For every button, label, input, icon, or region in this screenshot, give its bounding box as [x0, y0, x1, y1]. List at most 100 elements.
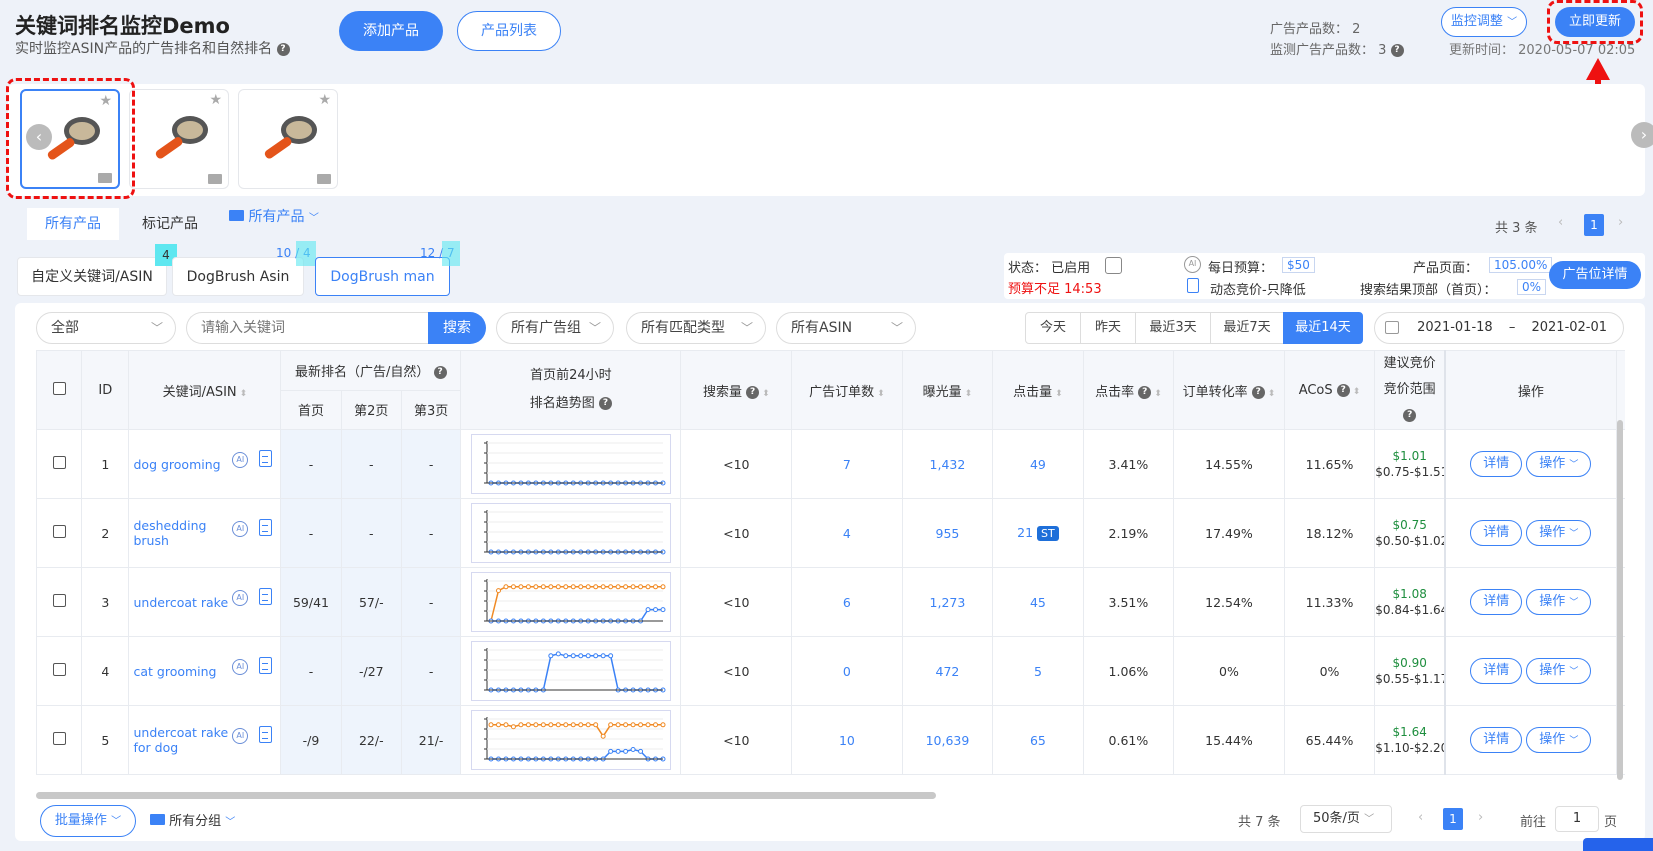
header-cvr[interactable]: 订单转化率 ? ⬍	[1173, 350, 1285, 430]
doc-icon[interactable]	[259, 450, 273, 467]
trend-cell[interactable]	[460, 567, 682, 637]
sort-icon[interactable]: ⬍	[1268, 389, 1276, 399]
ai-icon[interactable]: AI	[232, 521, 249, 537]
ad-orders[interactable]: 0	[791, 636, 903, 706]
header-ctr[interactable]: 点击率 ? ⬍	[1082, 350, 1175, 430]
row-select-cell[interactable]	[36, 636, 83, 706]
impressions[interactable]: 10,639	[901, 705, 994, 775]
help-icon[interactable]: ?	[746, 385, 760, 399]
impressions[interactable]: 472	[901, 636, 994, 706]
header-acos[interactable]: ACoS ? ⬍	[1283, 350, 1376, 430]
range-7days[interactable]: 最近7天	[1210, 312, 1284, 344]
keyword-link[interactable]: undercoat rake	[133, 595, 228, 610]
prev-page-icon[interactable]: ‹	[1418, 810, 1423, 825]
sort-icon[interactable]: ⬍	[1353, 387, 1361, 397]
product-page-value[interactable]: 105.00%	[1489, 257, 1553, 273]
header-search-volume[interactable]: 搜索量 ? ⬍	[680, 350, 793, 430]
prev-page-icon[interactable]: ‹	[1558, 215, 1563, 230]
clicks[interactable]: 65	[1030, 733, 1046, 748]
keyword-link[interactable]: cat grooming	[133, 664, 216, 679]
star-icon[interactable]: ★	[318, 92, 331, 108]
ai-icon[interactable]: AI	[232, 728, 249, 744]
header-select-all[interactable]	[36, 350, 83, 430]
header-impressions[interactable]: 曝光量 ⬍	[901, 350, 994, 430]
keyword-link[interactable]: dog grooming	[133, 457, 220, 472]
page-size-select[interactable]: 50条/页 ﹀	[1300, 805, 1392, 833]
kw-tab-dogbrush-asin[interactable]: DogBrush Asin	[172, 257, 304, 296]
range-yesterday[interactable]: 昨天	[1080, 312, 1136, 344]
date-range-picker[interactable]: 2021-01-18 – 2021-02-01	[1374, 312, 1624, 344]
ad-detail-button[interactable]: 广告位详情	[1549, 261, 1641, 289]
clicks[interactable]: 21	[1017, 525, 1033, 540]
operation-dropdown[interactable]: 操作 ﹀	[1526, 727, 1592, 753]
carousel-next-icon[interactable]: ›	[1631, 122, 1653, 148]
help-icon[interactable]: ?	[598, 397, 612, 410]
row-checkbox[interactable]	[52, 594, 66, 607]
operation-dropdown[interactable]: 操作 ﹀	[1526, 658, 1592, 684]
trend-cell[interactable]	[460, 498, 682, 568]
sort-icon[interactable]: ⬍	[965, 389, 973, 399]
row-select-cell[interactable]	[36, 567, 83, 637]
product-thumb[interactable]: ★	[238, 89, 338, 189]
help-icon[interactable]: ?	[1403, 409, 1417, 422]
sort-icon[interactable]: ⬍	[1154, 389, 1162, 399]
checkbox-all[interactable]	[52, 381, 66, 395]
clicks[interactable]: 45	[1030, 595, 1046, 610]
header-keyword[interactable]: 关键词/ASIN ⬍	[128, 350, 282, 430]
star-icon[interactable]: ★	[209, 92, 222, 108]
tab-all-products[interactable]: 所有产品	[27, 208, 119, 240]
row-select-cell[interactable]	[36, 498, 83, 568]
sort-icon[interactable]: ⬍	[762, 389, 770, 399]
detail-button[interactable]: 详情	[1470, 520, 1523, 546]
add-product-button[interactable]: 添加产品	[339, 11, 443, 51]
row-checkbox[interactable]	[52, 663, 66, 676]
impressions[interactable]: 955	[901, 498, 994, 568]
all-select[interactable]: 全部 ﹀	[36, 312, 176, 344]
help-icon[interactable]: ?	[1390, 44, 1404, 57]
ai-icon[interactable]: AI	[232, 659, 249, 675]
trend-chart-box[interactable]	[470, 641, 671, 701]
folder-icon[interactable]	[208, 174, 222, 184]
header-ad-orders[interactable]: 广告订单数 ⬍	[791, 350, 903, 430]
footer-page-number[interactable]: 1	[1443, 808, 1463, 830]
sort-icon[interactable]: ⬍	[877, 389, 885, 399]
sort-icon[interactable]: ⬍	[240, 389, 248, 399]
range-3days[interactable]: 最近3天	[1135, 312, 1211, 344]
ai-icon[interactable]: AI	[232, 590, 249, 606]
help-icon[interactable]: ?	[1138, 385, 1152, 399]
trend-chart-box[interactable]	[470, 503, 671, 563]
search-top-value[interactable]: 0%	[1517, 279, 1547, 295]
product-list-button[interactable]: 产品列表	[457, 11, 561, 51]
search-button[interactable]: 搜索	[428, 312, 486, 344]
clicks[interactable]: 49	[1030, 457, 1046, 472]
batch-operation-button[interactable]: 批量操作 ﹀	[40, 805, 136, 837]
detail-button[interactable]: 详情	[1470, 658, 1523, 684]
range-today[interactable]: 今天	[1025, 312, 1081, 344]
operation-dropdown[interactable]: 操作 ﹀	[1526, 589, 1592, 615]
trend-cell[interactable]	[460, 636, 682, 706]
trend-cell[interactable]	[460, 429, 682, 499]
ad-orders[interactable]: 10	[791, 705, 903, 775]
help-icon[interactable]: ?	[433, 365, 447, 379]
doc-icon[interactable]	[259, 726, 273, 743]
product-thumb[interactable]: ★	[129, 89, 229, 189]
match-type-select[interactable]: 所有匹配类型 ﹀	[626, 312, 766, 344]
row-select-cell[interactable]	[36, 429, 83, 499]
header-clicks[interactable]: 点击量 ⬍	[992, 350, 1084, 430]
trend-chart-box[interactable]	[470, 710, 671, 770]
doc-icon[interactable]	[259, 657, 273, 674]
vertical-scrollbar[interactable]	[1617, 420, 1623, 780]
goto-input[interactable]: 1	[1555, 806, 1599, 832]
help-icon[interactable]: ?	[1251, 385, 1265, 399]
doc-icon[interactable]	[259, 519, 273, 536]
range-14days[interactable]: 最近14天	[1283, 312, 1363, 344]
clock-icon[interactable]	[1105, 257, 1122, 274]
search-input[interactable]	[201, 313, 421, 343]
detail-button[interactable]: 详情	[1470, 589, 1523, 615]
doc-icon[interactable]	[259, 588, 273, 605]
trend-cell[interactable]	[460, 705, 682, 775]
next-page-icon[interactable]: ›	[1618, 215, 1623, 230]
help-icon[interactable]: ?	[276, 42, 290, 56]
group-filter[interactable]: 所有分组 ﹀	[150, 810, 235, 829]
ai-icon[interactable]: AI	[232, 452, 249, 468]
